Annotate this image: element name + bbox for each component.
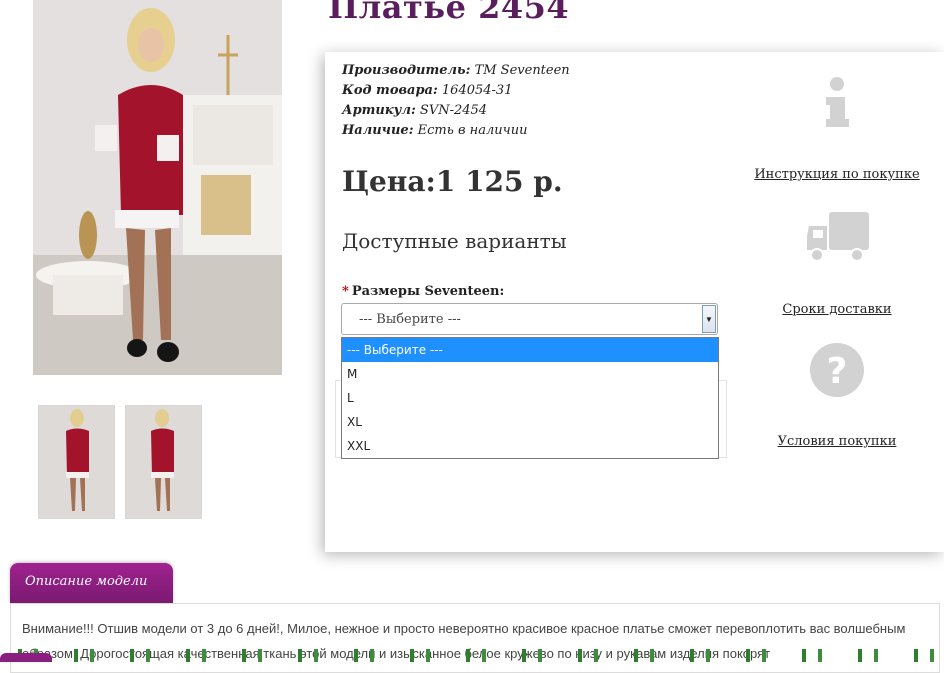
tab-description[interactable]: Описание модели [10, 563, 173, 603]
purchase-conditions-block: ? Условия покупки [737, 342, 937, 450]
code-row: Код товара: 164054-31 [342, 81, 570, 101]
corner-tab-decoration [0, 653, 52, 662]
chevron-down-icon[interactable]: ▼ [702, 305, 716, 333]
question-icon: ? [737, 342, 937, 432]
holiday-garland-decoration [0, 649, 944, 662]
question-icon-graphic: ? [810, 343, 864, 397]
dress-photo-image [33, 0, 282, 375]
purchase-instruction-block: Инструкция по покупке [737, 75, 937, 183]
size-option[interactable]: XXL [342, 434, 718, 458]
manufacturer-label: Производитель: [342, 63, 471, 78]
product-thumbnail-1[interactable] [38, 405, 115, 519]
required-mark: * [342, 284, 349, 299]
product-thumbnail-2[interactable] [125, 405, 202, 519]
delivery-terms-link[interactable]: Сроки доставки [782, 302, 891, 317]
purchase-conditions-link[interactable]: Условия покупки [778, 434, 897, 449]
product-meta: Производитель: ТМ Seventeen Код товара: … [342, 61, 570, 141]
manufacturer-row: Производитель: ТМ Seventeen [342, 61, 570, 81]
size-option[interactable]: L [342, 386, 718, 410]
sku-value: SVN-2454 [419, 103, 488, 118]
size-option[interactable]: --- Выберите --- [342, 338, 718, 362]
sku-row: Артикул: SVN-2454 [342, 101, 570, 121]
stock-value: Есть в наличии [417, 123, 528, 138]
size-select-value: --- Выберите --- [359, 312, 461, 327]
thumbnail-image [126, 406, 201, 518]
product-main-photo[interactable] [33, 0, 282, 375]
stock-label: Наличие: [342, 123, 414, 138]
truck-icon [737, 210, 937, 300]
purchase-instruction-link[interactable]: Инструкция по покупке [754, 167, 919, 182]
tab-description-label: Описание модели [25, 574, 148, 589]
size-select[interactable]: --- Выберите --- ▼ [341, 303, 718, 335]
description-panel: Внимание!!! Отшив модели от 3 до 6 дней!… [10, 603, 940, 673]
size-option[interactable]: M [342, 362, 718, 386]
delivery-terms-block: Сроки доставки [737, 210, 937, 318]
manufacturer-value[interactable]: ТМ Seventeen [475, 63, 570, 78]
product-price: Цена:1 125 р. [342, 165, 563, 198]
sku-label: Артикул: [342, 103, 416, 118]
variants-title: Доступные варианты [342, 229, 567, 253]
product-title: Платье 2454 [328, 0, 570, 26]
thumbnail-image [39, 406, 114, 518]
size-option[interactable]: XL [342, 410, 718, 434]
info-icon [737, 75, 937, 165]
info-icon-graphic [826, 77, 849, 127]
size-label: * Размеры Seventeen: [342, 284, 504, 299]
size-label-text: Размеры Seventeen: [351, 284, 505, 299]
truck-icon-graphic [807, 212, 869, 262]
stock-row: Наличие: Есть в наличии [342, 121, 570, 141]
size-dropdown-list: --- Выберите --- M L XL XXL [341, 337, 719, 459]
code-value: 164054-31 [441, 83, 513, 98]
svg-text:?: ? [827, 351, 848, 392]
code-label: Код товара: [342, 83, 438, 98]
